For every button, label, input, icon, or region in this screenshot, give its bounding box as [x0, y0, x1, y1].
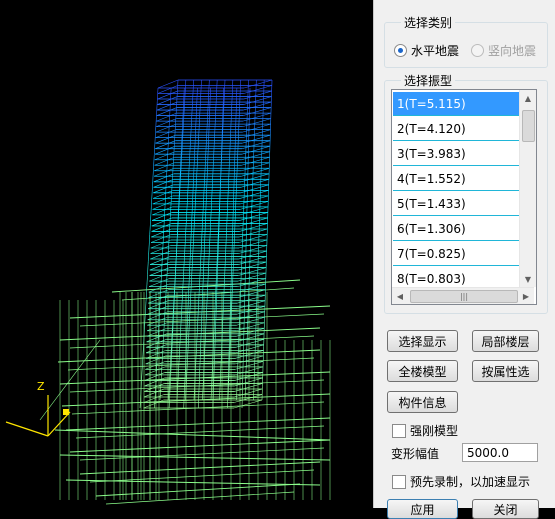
select-mode-title: 选择振型	[401, 72, 455, 89]
vertical-scrollbar[interactable]: ▲ ▼	[519, 90, 536, 287]
full-model-button[interactable]: 全楼模型	[387, 360, 458, 382]
list-item[interactable]: 5(T=1.433)	[393, 192, 519, 216]
deform-amplitude-input[interactable]: 5000.0	[462, 443, 538, 462]
scroll-left-icon[interactable]: ◀	[392, 288, 408, 304]
list-item[interactable]: 2(T=4.120)	[393, 117, 519, 141]
model-viewport[interactable]: Z	[0, 0, 373, 508]
radio-horizontal-label: 水平地震	[411, 42, 459, 59]
mode-listbox[interactable]: 1(T=5.115) 2(T=4.120) 3(T=3.983) 4(T=1.5…	[391, 89, 537, 305]
deform-amplitude-label: 变形幅值	[391, 445, 439, 462]
tower-frame	[140, 80, 272, 408]
scroll-down-icon[interactable]: ▼	[520, 271, 536, 287]
prerecord-label: 预先录制，以加速显示	[410, 473, 530, 490]
podium-frame	[40, 280, 330, 504]
checkbox-icon[interactable]	[392, 424, 406, 438]
local-floor-button[interactable]: 局部楼层	[472, 330, 539, 352]
checkbox-icon[interactable]	[392, 475, 406, 489]
apply-button[interactable]: 应用	[387, 499, 458, 519]
axis-label-z: Z	[37, 380, 45, 393]
horizontal-scrollbar[interactable]: ◀ ||| ▶	[392, 287, 534, 304]
radio-vertical-quake[interactable]: 竖向地震	[471, 41, 536, 59]
select-display-button[interactable]: 选择显示	[387, 330, 458, 352]
radio-vertical-label: 竖向地震	[488, 42, 536, 59]
select-type-group: 选择类别 水平地震 竖向地震	[384, 22, 548, 68]
prerecord-checkbox[interactable]: 预先录制，以加速显示	[392, 473, 530, 490]
radio-button-icon[interactable]	[471, 44, 484, 57]
close-button[interactable]: 关闭	[472, 499, 539, 519]
select-type-title: 选择类别	[401, 14, 455, 31]
rigid-model-label: 强刚模型	[410, 422, 458, 439]
radio-button-icon[interactable]	[394, 44, 407, 57]
member-info-button[interactable]: 构件信息	[387, 391, 458, 413]
list-item[interactable]: 3(T=3.983)	[393, 142, 519, 166]
list-item[interactable]: 4(T=1.552)	[393, 167, 519, 191]
list-item[interactable]: 7(T=0.825)	[393, 242, 519, 266]
scroll-up-icon[interactable]: ▲	[520, 90, 536, 106]
building-mode-shape-model: Z	[0, 0, 373, 508]
axis-triad: Z	[6, 380, 70, 436]
scroll-right-icon[interactable]: ▶	[518, 288, 534, 304]
list-item[interactable]: 1(T=5.115)	[393, 92, 519, 116]
radio-horizontal-quake[interactable]: 水平地震	[394, 41, 459, 59]
by-attribute-button[interactable]: 按属性选	[472, 360, 539, 382]
vertical-scroll-thumb[interactable]	[522, 110, 535, 142]
rigid-model-checkbox[interactable]: 强刚模型	[392, 422, 458, 439]
list-item[interactable]: 6(T=1.306)	[393, 217, 519, 241]
horizontal-scroll-thumb[interactable]: |||	[410, 290, 518, 303]
